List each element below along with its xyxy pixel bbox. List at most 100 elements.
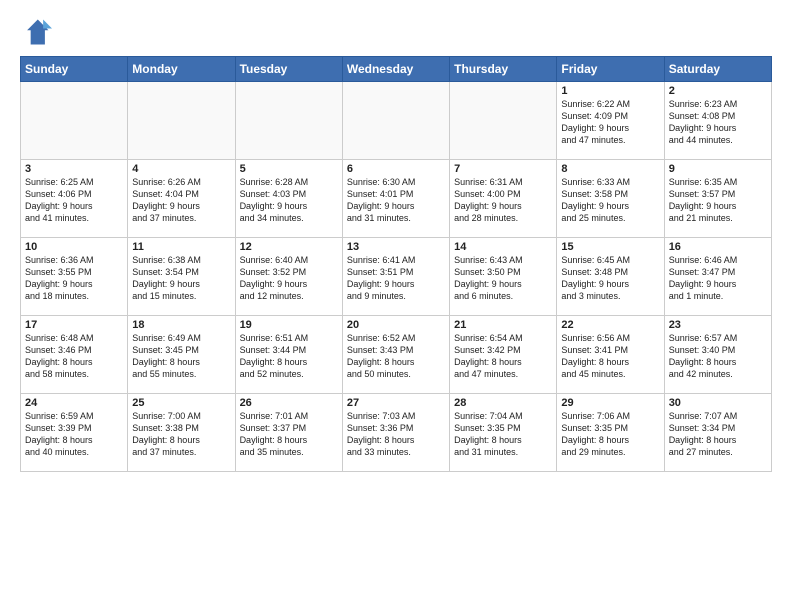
day-info: Sunrise: 6:59 AM Sunset: 3:39 PM Dayligh… [25, 410, 123, 459]
day-number: 6 [347, 163, 445, 175]
calendar-cell: 17Sunrise: 6:48 AM Sunset: 3:46 PM Dayli… [21, 316, 128, 394]
day-number: 3 [25, 163, 123, 175]
day-number: 23 [669, 319, 767, 331]
calendar-cell: 16Sunrise: 6:46 AM Sunset: 3:47 PM Dayli… [664, 238, 771, 316]
day-number: 9 [669, 163, 767, 175]
day-info: Sunrise: 6:22 AM Sunset: 4:09 PM Dayligh… [561, 98, 659, 147]
day-info: Sunrise: 6:23 AM Sunset: 4:08 PM Dayligh… [669, 98, 767, 147]
day-info: Sunrise: 6:25 AM Sunset: 4:06 PM Dayligh… [25, 176, 123, 225]
day-info: Sunrise: 6:41 AM Sunset: 3:51 PM Dayligh… [347, 254, 445, 303]
day-number: 27 [347, 397, 445, 409]
day-info: Sunrise: 6:36 AM Sunset: 3:55 PM Dayligh… [25, 254, 123, 303]
calendar-cell: 22Sunrise: 6:56 AM Sunset: 3:41 PM Dayli… [557, 316, 664, 394]
week-row-2: 10Sunrise: 6:36 AM Sunset: 3:55 PM Dayli… [21, 238, 772, 316]
day-info: Sunrise: 7:07 AM Sunset: 3:34 PM Dayligh… [669, 410, 767, 459]
day-info: Sunrise: 6:30 AM Sunset: 4:01 PM Dayligh… [347, 176, 445, 225]
calendar-cell: 8Sunrise: 6:33 AM Sunset: 3:58 PM Daylig… [557, 160, 664, 238]
calendar-cell: 12Sunrise: 6:40 AM Sunset: 3:52 PM Dayli… [235, 238, 342, 316]
weekday-header-tuesday: Tuesday [235, 57, 342, 82]
day-number: 11 [132, 241, 230, 253]
day-info: Sunrise: 6:45 AM Sunset: 3:48 PM Dayligh… [561, 254, 659, 303]
day-number: 19 [240, 319, 338, 331]
calendar-cell [21, 82, 128, 160]
day-number: 21 [454, 319, 552, 331]
calendar-cell: 20Sunrise: 6:52 AM Sunset: 3:43 PM Dayli… [342, 316, 449, 394]
calendar-cell: 1Sunrise: 6:22 AM Sunset: 4:09 PM Daylig… [557, 82, 664, 160]
day-number: 22 [561, 319, 659, 331]
day-number: 2 [669, 85, 767, 97]
day-number: 12 [240, 241, 338, 253]
weekday-header-saturday: Saturday [664, 57, 771, 82]
day-number: 7 [454, 163, 552, 175]
calendar-table: SundayMondayTuesdayWednesdayThursdayFrid… [20, 56, 772, 472]
calendar-cell: 18Sunrise: 6:49 AM Sunset: 3:45 PM Dayli… [128, 316, 235, 394]
day-info: Sunrise: 6:26 AM Sunset: 4:04 PM Dayligh… [132, 176, 230, 225]
weekday-header-row: SundayMondayTuesdayWednesdayThursdayFrid… [21, 57, 772, 82]
day-number: 29 [561, 397, 659, 409]
logo [20, 16, 56, 48]
logo-icon [20, 16, 52, 48]
day-info: Sunrise: 7:01 AM Sunset: 3:37 PM Dayligh… [240, 410, 338, 459]
day-info: Sunrise: 6:49 AM Sunset: 3:45 PM Dayligh… [132, 332, 230, 381]
calendar-cell: 2Sunrise: 6:23 AM Sunset: 4:08 PM Daylig… [664, 82, 771, 160]
calendar-cell: 3Sunrise: 6:25 AM Sunset: 4:06 PM Daylig… [21, 160, 128, 238]
day-info: Sunrise: 6:52 AM Sunset: 3:43 PM Dayligh… [347, 332, 445, 381]
weekday-header-friday: Friday [557, 57, 664, 82]
day-info: Sunrise: 6:56 AM Sunset: 3:41 PM Dayligh… [561, 332, 659, 381]
week-row-3: 17Sunrise: 6:48 AM Sunset: 3:46 PM Dayli… [21, 316, 772, 394]
day-number: 28 [454, 397, 552, 409]
day-number: 13 [347, 241, 445, 253]
day-number: 4 [132, 163, 230, 175]
day-info: Sunrise: 7:03 AM Sunset: 3:36 PM Dayligh… [347, 410, 445, 459]
calendar-cell [128, 82, 235, 160]
day-info: Sunrise: 6:46 AM Sunset: 3:47 PM Dayligh… [669, 254, 767, 303]
calendar-cell [235, 82, 342, 160]
day-number: 18 [132, 319, 230, 331]
day-info: Sunrise: 6:51 AM Sunset: 3:44 PM Dayligh… [240, 332, 338, 381]
day-info: Sunrise: 6:57 AM Sunset: 3:40 PM Dayligh… [669, 332, 767, 381]
weekday-header-monday: Monday [128, 57, 235, 82]
day-number: 10 [25, 241, 123, 253]
day-info: Sunrise: 6:38 AM Sunset: 3:54 PM Dayligh… [132, 254, 230, 303]
day-info: Sunrise: 7:04 AM Sunset: 3:35 PM Dayligh… [454, 410, 552, 459]
calendar-cell: 15Sunrise: 6:45 AM Sunset: 3:48 PM Dayli… [557, 238, 664, 316]
calendar-cell: 25Sunrise: 7:00 AM Sunset: 3:38 PM Dayli… [128, 394, 235, 472]
calendar-cell: 21Sunrise: 6:54 AM Sunset: 3:42 PM Dayli… [450, 316, 557, 394]
day-number: 14 [454, 241, 552, 253]
calendar-cell: 19Sunrise: 6:51 AM Sunset: 3:44 PM Dayli… [235, 316, 342, 394]
calendar-cell: 28Sunrise: 7:04 AM Sunset: 3:35 PM Dayli… [450, 394, 557, 472]
calendar-cell [450, 82, 557, 160]
day-number: 16 [669, 241, 767, 253]
calendar-cell: 24Sunrise: 6:59 AM Sunset: 3:39 PM Dayli… [21, 394, 128, 472]
weekday-header-wednesday: Wednesday [342, 57, 449, 82]
day-info: Sunrise: 6:28 AM Sunset: 4:03 PM Dayligh… [240, 176, 338, 225]
calendar-cell: 5Sunrise: 6:28 AM Sunset: 4:03 PM Daylig… [235, 160, 342, 238]
day-number: 26 [240, 397, 338, 409]
calendar-cell: 11Sunrise: 6:38 AM Sunset: 3:54 PM Dayli… [128, 238, 235, 316]
day-info: Sunrise: 7:00 AM Sunset: 3:38 PM Dayligh… [132, 410, 230, 459]
page: SundayMondayTuesdayWednesdayThursdayFrid… [0, 0, 792, 482]
calendar-cell: 29Sunrise: 7:06 AM Sunset: 3:35 PM Dayli… [557, 394, 664, 472]
calendar-cell: 4Sunrise: 6:26 AM Sunset: 4:04 PM Daylig… [128, 160, 235, 238]
calendar-cell: 14Sunrise: 6:43 AM Sunset: 3:50 PM Dayli… [450, 238, 557, 316]
day-info: Sunrise: 6:40 AM Sunset: 3:52 PM Dayligh… [240, 254, 338, 303]
day-info: Sunrise: 7:06 AM Sunset: 3:35 PM Dayligh… [561, 410, 659, 459]
day-number: 20 [347, 319, 445, 331]
day-number: 17 [25, 319, 123, 331]
day-info: Sunrise: 6:33 AM Sunset: 3:58 PM Dayligh… [561, 176, 659, 225]
calendar-cell: 9Sunrise: 6:35 AM Sunset: 3:57 PM Daylig… [664, 160, 771, 238]
day-number: 25 [132, 397, 230, 409]
day-info: Sunrise: 6:35 AM Sunset: 3:57 PM Dayligh… [669, 176, 767, 225]
day-number: 1 [561, 85, 659, 97]
day-info: Sunrise: 6:54 AM Sunset: 3:42 PM Dayligh… [454, 332, 552, 381]
day-info: Sunrise: 6:31 AM Sunset: 4:00 PM Dayligh… [454, 176, 552, 225]
calendar-cell: 30Sunrise: 7:07 AM Sunset: 3:34 PM Dayli… [664, 394, 771, 472]
calendar-cell: 13Sunrise: 6:41 AM Sunset: 3:51 PM Dayli… [342, 238, 449, 316]
calendar-cell: 10Sunrise: 6:36 AM Sunset: 3:55 PM Dayli… [21, 238, 128, 316]
week-row-0: 1Sunrise: 6:22 AM Sunset: 4:09 PM Daylig… [21, 82, 772, 160]
day-number: 15 [561, 241, 659, 253]
calendar-cell: 6Sunrise: 6:30 AM Sunset: 4:01 PM Daylig… [342, 160, 449, 238]
week-row-4: 24Sunrise: 6:59 AM Sunset: 3:39 PM Dayli… [21, 394, 772, 472]
weekday-header-thursday: Thursday [450, 57, 557, 82]
day-info: Sunrise: 6:43 AM Sunset: 3:50 PM Dayligh… [454, 254, 552, 303]
